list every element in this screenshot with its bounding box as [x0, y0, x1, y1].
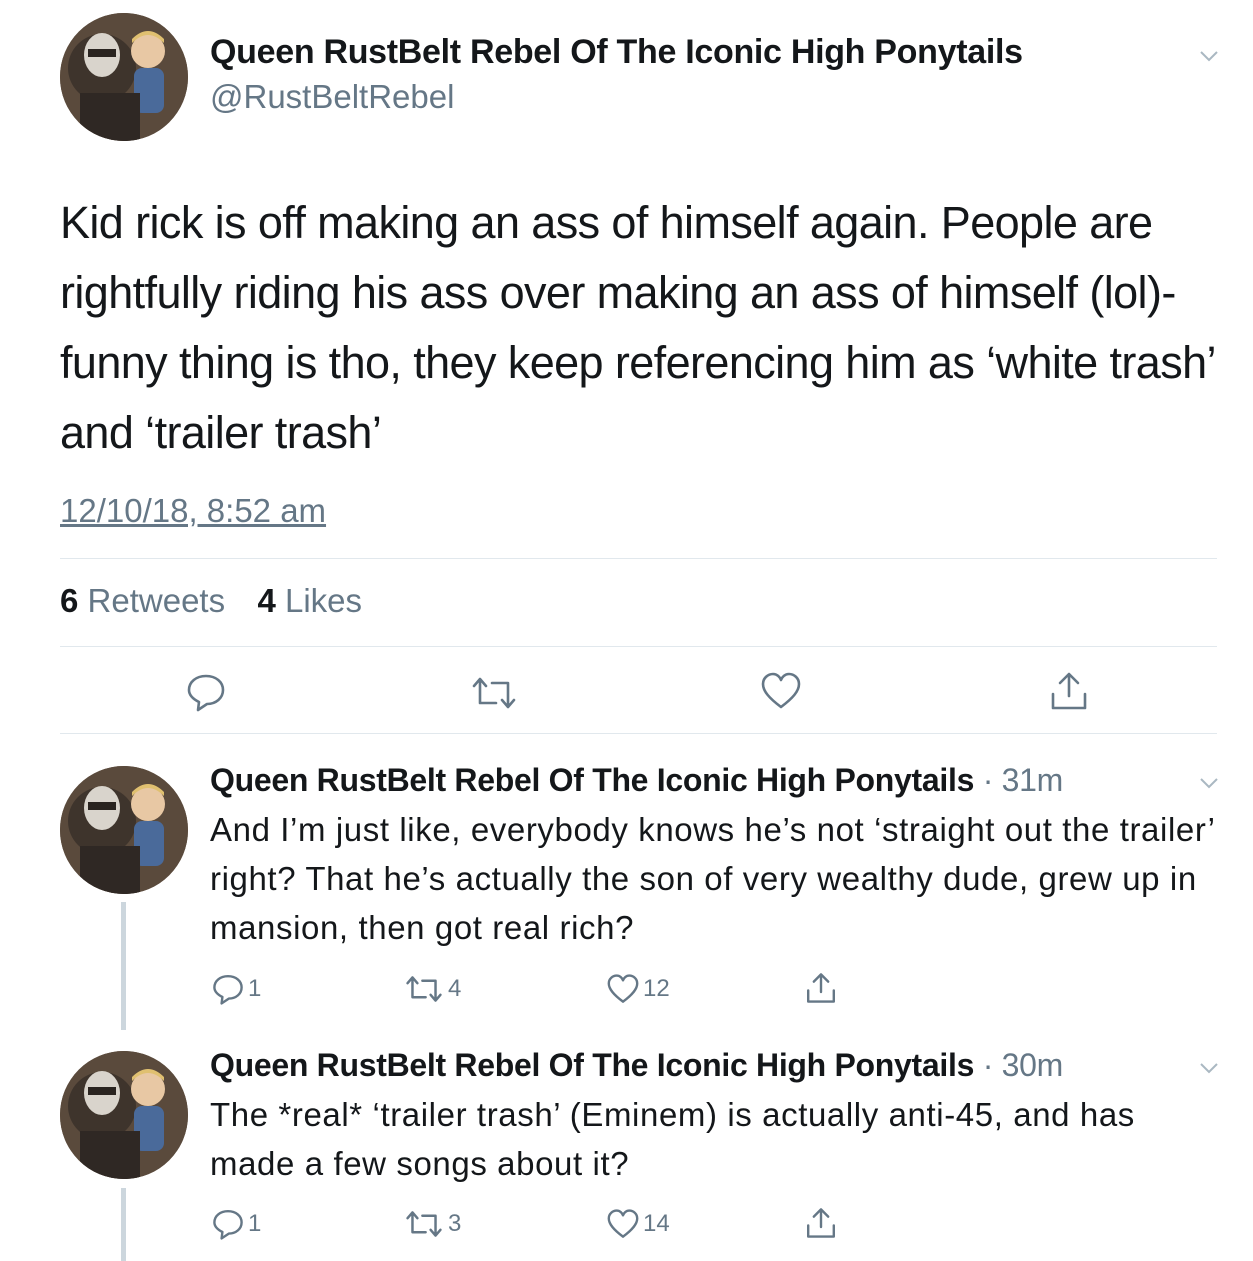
author-name[interactable]: Queen RustBelt Rebel Of The Iconic High … [210, 1047, 974, 1083]
like-count: 14 [643, 1210, 670, 1237]
retweets-count[interactable]: 6 [60, 582, 78, 619]
likes-count[interactable]: 4 [257, 582, 275, 619]
avatar[interactable] [60, 1051, 188, 1179]
retweets-label[interactable]: Retweets [88, 582, 226, 619]
chevron-down-icon[interactable] [1198, 772, 1220, 794]
reply-button[interactable]: 1 [212, 973, 261, 1005]
reply-count: 1 [248, 975, 262, 1002]
divider [60, 558, 1217, 559]
like-count: 12 [643, 975, 670, 1002]
heart-icon [607, 1209, 639, 1238]
retweet-button[interactable]: 3 [404, 1210, 461, 1238]
tweet-timestamp[interactable]: 12/10/18, 8:52 am [60, 492, 326, 530]
reply-text: And I’m just like, everybody knows he’s … [210, 811, 1215, 946]
avatar[interactable] [60, 13, 188, 141]
avatar[interactable] [60, 766, 188, 894]
reply-icon [213, 975, 243, 1005]
like-button[interactable]: 12 [607, 974, 670, 1004]
retweet-count: 3 [448, 1210, 462, 1237]
author-name[interactable]: Queen RustBelt Rebel Of The Iconic High … [210, 33, 1023, 72]
thread-line [121, 902, 126, 1030]
reply-icon [213, 1210, 243, 1240]
share-icon [807, 1208, 835, 1238]
author-handle[interactable]: @RustBeltRebel [210, 78, 454, 116]
share-icon[interactable] [1049, 670, 1089, 712]
reply-count: 1 [248, 1210, 262, 1237]
share-button[interactable] [805, 1206, 841, 1240]
retweet-icon [406, 976, 442, 1002]
reply-header: Queen RustBelt Rebel Of The Iconic High … [210, 762, 1063, 799]
reply-time[interactable]: · 31m [983, 762, 1064, 798]
retweet-button[interactable]: 4 [404, 975, 461, 1003]
retweet-icon [406, 1211, 442, 1237]
divider [60, 646, 1217, 647]
retweet-icon[interactable] [470, 676, 518, 710]
reply-time[interactable]: · 30m [983, 1047, 1064, 1083]
retweet-count: 4 [448, 975, 462, 1002]
share-icon [807, 973, 835, 1003]
tweet-text: Kid rick is off making an ass of himself… [60, 197, 1215, 458]
tweet-stats: 6 Retweets 4 Likes [60, 582, 362, 620]
reply-icon[interactable] [186, 672, 226, 712]
chevron-down-icon[interactable] [1198, 1057, 1220, 1079]
like-button[interactable]: 14 [607, 1209, 670, 1239]
thread-line [121, 1188, 126, 1261]
share-button[interactable] [805, 971, 841, 1005]
heart-icon[interactable] [761, 672, 801, 710]
reply-button[interactable]: 1 [212, 1208, 261, 1240]
reply-header: Queen RustBelt Rebel Of The Iconic High … [210, 1047, 1063, 1084]
author-name[interactable]: Queen RustBelt Rebel Of The Iconic High … [210, 762, 974, 798]
divider [60, 733, 1217, 734]
reply-text: The *real* ‘trailer trash’ (Eminem) is a… [210, 1096, 1135, 1182]
heart-icon [607, 974, 639, 1003]
chevron-down-icon[interactable] [1198, 45, 1220, 67]
likes-label[interactable]: Likes [285, 582, 362, 619]
